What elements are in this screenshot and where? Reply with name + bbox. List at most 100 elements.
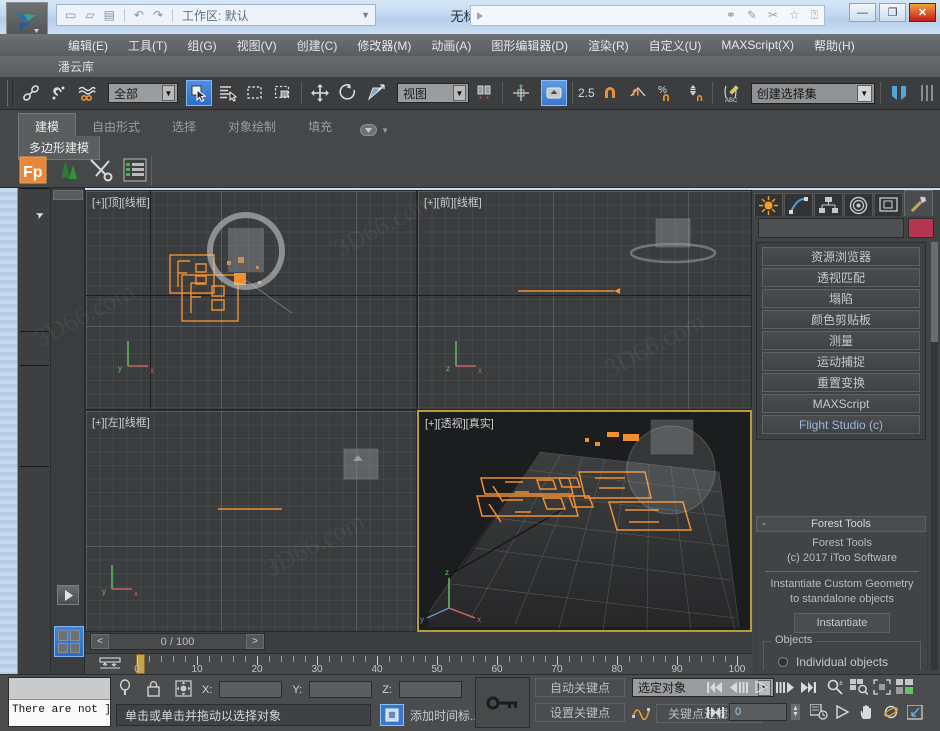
menu-item-create[interactable]: 创建(C) — [287, 35, 348, 56]
menu-item-group[interactable]: 组(G) — [177, 35, 226, 56]
menu-item-animation[interactable]: 动画(A) — [421, 35, 481, 56]
selection-lock-hint-icon[interactable] — [118, 679, 132, 700]
forest-tools-rollout-header[interactable]: - Forest Tools — [756, 516, 926, 532]
utility-camera-match[interactable]: 透视匹配 — [762, 268, 920, 287]
create-tab-icon[interactable] — [754, 193, 783, 216]
viewport-left-label[interactable]: [+][左][线框] — [92, 414, 150, 430]
menu-item-maxscript[interactable]: MAXScript(X) — [711, 36, 804, 54]
selection-lock-toggle-icon[interactable] — [146, 680, 161, 700]
ribbon-tab-populate[interactable]: 填充 — [292, 114, 348, 140]
open-mini-curve-editor-icon[interactable] — [97, 656, 123, 676]
select-by-name-icon[interactable] — [214, 80, 240, 106]
menu-item-rendering[interactable]: 渲染(R) — [578, 35, 639, 56]
chevron-down-icon[interactable]: ▼ — [162, 85, 175, 101]
utility-asset-browser[interactable]: 资源浏览器 — [762, 247, 920, 266]
utility-motion-capture[interactable]: 运动捕捉 — [762, 352, 920, 371]
rectangular-selection-region-icon[interactable] — [242, 80, 268, 106]
menu-item-views[interactable]: 视图(V) — [227, 35, 287, 56]
zoom-extents-icon[interactable] — [871, 678, 892, 696]
chevron-down-icon[interactable]: ▼ — [453, 85, 466, 101]
previous-frame-icon[interactable] — [728, 678, 749, 696]
ribbon-options-dropdown[interactable]: ▼ — [360, 124, 389, 140]
menu-item-tools[interactable]: 工具(T) — [118, 35, 177, 56]
menu-item-customize[interactable]: 自定义(U) — [639, 35, 712, 56]
close-button[interactable]: ✕ — [909, 3, 936, 22]
current-frame-field[interactable]: 0 — [729, 703, 787, 721]
motion-tab-icon[interactable] — [844, 193, 873, 216]
hierarchy-tab-icon[interactable] — [814, 193, 843, 216]
ribbon-tab-object-paint[interactable]: 对象绘制 — [212, 114, 292, 140]
toolbar-grip[interactable] — [7, 80, 13, 106]
zoom-extents-all-icon[interactable] — [894, 678, 915, 696]
utilities-tab-icon[interactable] — [904, 190, 933, 216]
time-configuration-icon[interactable] — [808, 703, 829, 721]
next-frame-button[interactable]: > — [246, 634, 264, 649]
scrollbar-thumb[interactable] — [931, 242, 938, 342]
pan-view-arrow-icon[interactable] — [832, 703, 853, 721]
snap-magnet-icon[interactable] — [597, 80, 623, 106]
exchange-icon[interactable]: ✂ — [768, 8, 778, 23]
menu-item-edit[interactable]: 编辑(E) — [58, 35, 118, 56]
coord-z-field[interactable] — [399, 681, 462, 698]
viewport-top[interactable]: y x [+][顶][线框] — [85, 190, 417, 410]
utility-flight-studio[interactable]: Flight Studio (c) — [762, 415, 920, 434]
modify-tab-icon[interactable] — [784, 193, 813, 216]
viewport-layout-button[interactable] — [54, 626, 84, 657]
selection-filter-combo[interactable]: 全部 ▼ — [108, 83, 178, 103]
tools-icon[interactable] — [87, 156, 115, 187]
go-to-end-icon[interactable] — [797, 678, 818, 696]
list-icon[interactable] — [121, 156, 149, 187]
maximize-button[interactable]: ❐ — [879, 3, 906, 22]
key-mode-toggle-icon[interactable] — [705, 703, 726, 721]
viewport-front-label[interactable]: [+][前][线框] — [424, 194, 482, 210]
pan-hand-icon[interactable] — [856, 703, 877, 721]
play-animation-icon[interactable] — [751, 678, 772, 696]
menu-item-graph-editors[interactable]: 图形编辑器(D) — [481, 35, 578, 56]
spinner-snap-toggle-icon[interactable] — [681, 80, 707, 106]
menu-item-custom-library[interactable]: 潘云库 — [58, 58, 94, 75]
layer-manager-icon[interactable] — [914, 80, 940, 106]
reference-coordinate-combo[interactable]: 视图 ▼ — [397, 83, 469, 103]
menu-item-help[interactable]: 帮助(H) — [804, 35, 865, 56]
help-icon[interactable]: ⍰ — [811, 8, 818, 23]
left-toolbar-collapsed[interactable]: ➤ — [18, 188, 51, 674]
maxscript-mini-listener[interactable]: There are not ] — [8, 677, 111, 727]
viewport-top-label[interactable]: [+][顶][线框] — [92, 194, 150, 210]
bind-to-space-warp-icon[interactable] — [74, 80, 100, 106]
select-and-link-icon[interactable] — [18, 80, 44, 106]
utility-maxscript[interactable]: MAXScript — [762, 394, 920, 413]
mirror-flip-icon[interactable] — [886, 80, 912, 106]
display-tab-icon[interactable] — [874, 193, 903, 216]
viewport-left[interactable]: y x [+][左][线框] — [85, 410, 417, 632]
minimize-button[interactable]: — — [849, 3, 876, 22]
angle-snap-toggle-icon[interactable] — [625, 80, 651, 106]
named-selection-set-combo[interactable]: 创建选择集 ▼ — [751, 83, 875, 104]
absolute-relative-mode-icon[interactable] — [175, 680, 192, 700]
viewport-perspective-label[interactable]: [+][透视][真实] — [425, 415, 494, 431]
select-and-rotate-icon[interactable] — [335, 80, 361, 106]
listener-input[interactable]: There are not ] — [9, 700, 110, 726]
key-filter-curve-icon[interactable] — [632, 703, 651, 723]
zoom-all-icon[interactable] — [848, 678, 869, 696]
command-panel-scrollbar[interactable] — [931, 242, 938, 670]
utility-collapse[interactable]: 塌陷 — [762, 289, 920, 308]
collapse-icon[interactable]: - — [762, 517, 766, 532]
radio-button[interactable] — [778, 657, 788, 667]
snaps-toggle-icon[interactable] — [541, 80, 567, 106]
auto-key-button[interactable]: 自动关键点 — [535, 678, 625, 697]
menu-item-modifiers[interactable]: 修改器(M) — [347, 35, 421, 56]
chevron-down-icon[interactable]: ▼ — [381, 126, 389, 135]
track-bar[interactable]: 0 10 20 30 40 50 60 70 80 90 1 — [85, 653, 752, 674]
select-and-move-icon[interactable] — [307, 80, 333, 106]
expand-icon[interactable] — [477, 12, 483, 20]
next-frame-icon[interactable] — [774, 678, 795, 696]
maximize-viewport-toggle-icon[interactable] — [904, 703, 925, 721]
chevron-down-icon[interactable]: ▼ — [857, 85, 872, 102]
instantiate-button[interactable]: Instantiate — [794, 613, 890, 633]
select-object-icon[interactable] — [186, 80, 212, 106]
edit-named-selection-icon[interactable]: ABC — [718, 80, 744, 106]
window-crossing-icon[interactable] — [270, 80, 296, 106]
play-animation-mini-button[interactable] — [57, 585, 79, 605]
utility-reset-xform[interactable]: 重置变换 — [762, 373, 920, 392]
coord-y-field[interactable] — [309, 681, 372, 698]
